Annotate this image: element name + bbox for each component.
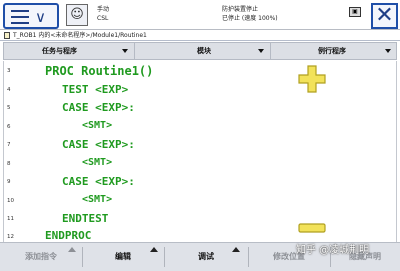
chevron-down-icon bbox=[122, 49, 128, 53]
line-number: 7 bbox=[7, 142, 11, 148]
safety-status: 防护装置停止 bbox=[222, 6, 259, 13]
chevron-down-icon bbox=[258, 49, 264, 53]
tab-label: 任务与程序 bbox=[42, 47, 77, 55]
menu-icon bbox=[11, 10, 29, 24]
line-number: 3 bbox=[7, 68, 11, 74]
tab-label: 例行程序 bbox=[318, 47, 346, 55]
line-number: 11 bbox=[7, 216, 14, 222]
code-line[interactable]: CASE <EXP>: bbox=[62, 101, 135, 114]
user-icon[interactable]: ☺ bbox=[66, 4, 88, 26]
plus-icon bbox=[298, 65, 326, 93]
line-number: 5 bbox=[7, 105, 11, 111]
add-instruction-button[interactable]: 添加指令 bbox=[4, 243, 78, 271]
chevron-down-icon bbox=[385, 49, 391, 53]
tab-routines[interactable]: 例行程序 bbox=[271, 43, 397, 59]
code-line[interactable]: TEST <EXP> bbox=[62, 83, 128, 96]
tab-modules[interactable]: 模块 bbox=[135, 43, 271, 59]
chevron-up-icon bbox=[68, 247, 76, 252]
line-number: 10 bbox=[7, 198, 14, 204]
zoom-in-button[interactable] bbox=[297, 64, 327, 94]
button-label: 编辑 bbox=[115, 252, 131, 261]
divider bbox=[164, 247, 165, 267]
status-bar: ∨ ☺ 手动 CSL 防护装置停止 已停止 (速度 100%) ▣ ✕ bbox=[0, 0, 400, 30]
zoom-out-button[interactable] bbox=[297, 219, 327, 233]
breadcrumb-path: T_ROB1 内的<未命名程序>/Module1/Routine1 bbox=[13, 32, 147, 39]
code-editor[interactable]: 3 PROC Routine1() 4 TEST <EXP> 5 CASE <E… bbox=[3, 61, 397, 242]
operating-mode: 手动 bbox=[97, 6, 110, 13]
program-editor-icon bbox=[4, 32, 10, 39]
code-line[interactable]: <SMT> bbox=[82, 120, 112, 131]
line-number: 9 bbox=[7, 179, 11, 185]
watermark: 知乎 @凌城荆明 bbox=[296, 245, 370, 256]
tab-label: 模块 bbox=[197, 47, 211, 55]
minus-icon bbox=[298, 223, 326, 233]
code-line[interactable]: CASE <EXP>: bbox=[62, 175, 135, 188]
editor-tabs: 任务与程序 模块 例行程序 bbox=[3, 42, 397, 60]
code-line[interactable]: ENDTEST bbox=[62, 212, 108, 225]
code-line[interactable]: PROC Routine1() bbox=[45, 64, 153, 78]
edit-button[interactable]: 编辑 bbox=[86, 243, 160, 271]
code-line[interactable]: <SMT> bbox=[82, 157, 112, 168]
line-number: 4 bbox=[7, 87, 11, 93]
divider bbox=[82, 247, 83, 267]
flexpendant-screen: ∨ ☺ 手动 CSL 防护装置停止 已停止 (速度 100%) ▣ ✕ T_RO… bbox=[0, 0, 400, 271]
chevron-up-icon bbox=[232, 247, 240, 252]
close-button[interactable]: ✕ bbox=[371, 3, 398, 29]
breadcrumb: T_ROB1 内的<未命名程序>/Module1/Routine1 bbox=[0, 30, 400, 41]
code-line[interactable]: CASE <EXP>: bbox=[62, 138, 135, 151]
debug-button[interactable]: 调试 bbox=[168, 243, 244, 271]
line-number: 8 bbox=[7, 161, 11, 167]
code-line[interactable]: <SMT> bbox=[82, 194, 112, 205]
quickset-icon[interactable]: ▣ bbox=[349, 7, 361, 17]
line-number: 6 bbox=[7, 124, 11, 130]
divider bbox=[248, 247, 249, 267]
run-state: 已停止 (速度 100%) bbox=[222, 15, 278, 22]
button-label: 调试 bbox=[198, 252, 214, 261]
main-menu-button[interactable]: ∨ bbox=[3, 3, 59, 29]
chevron-up-icon bbox=[150, 247, 158, 252]
close-icon: ✕ bbox=[375, 3, 394, 28]
chevron-down-icon: ∨ bbox=[35, 8, 46, 26]
code-line[interactable]: ENDPROC bbox=[45, 229, 91, 242]
line-number: 12 bbox=[7, 234, 14, 240]
button-label: 添加指令 bbox=[25, 252, 57, 261]
controller-name: CSL bbox=[97, 15, 109, 22]
tab-tasks-and-programs[interactable]: 任务与程序 bbox=[4, 43, 135, 59]
